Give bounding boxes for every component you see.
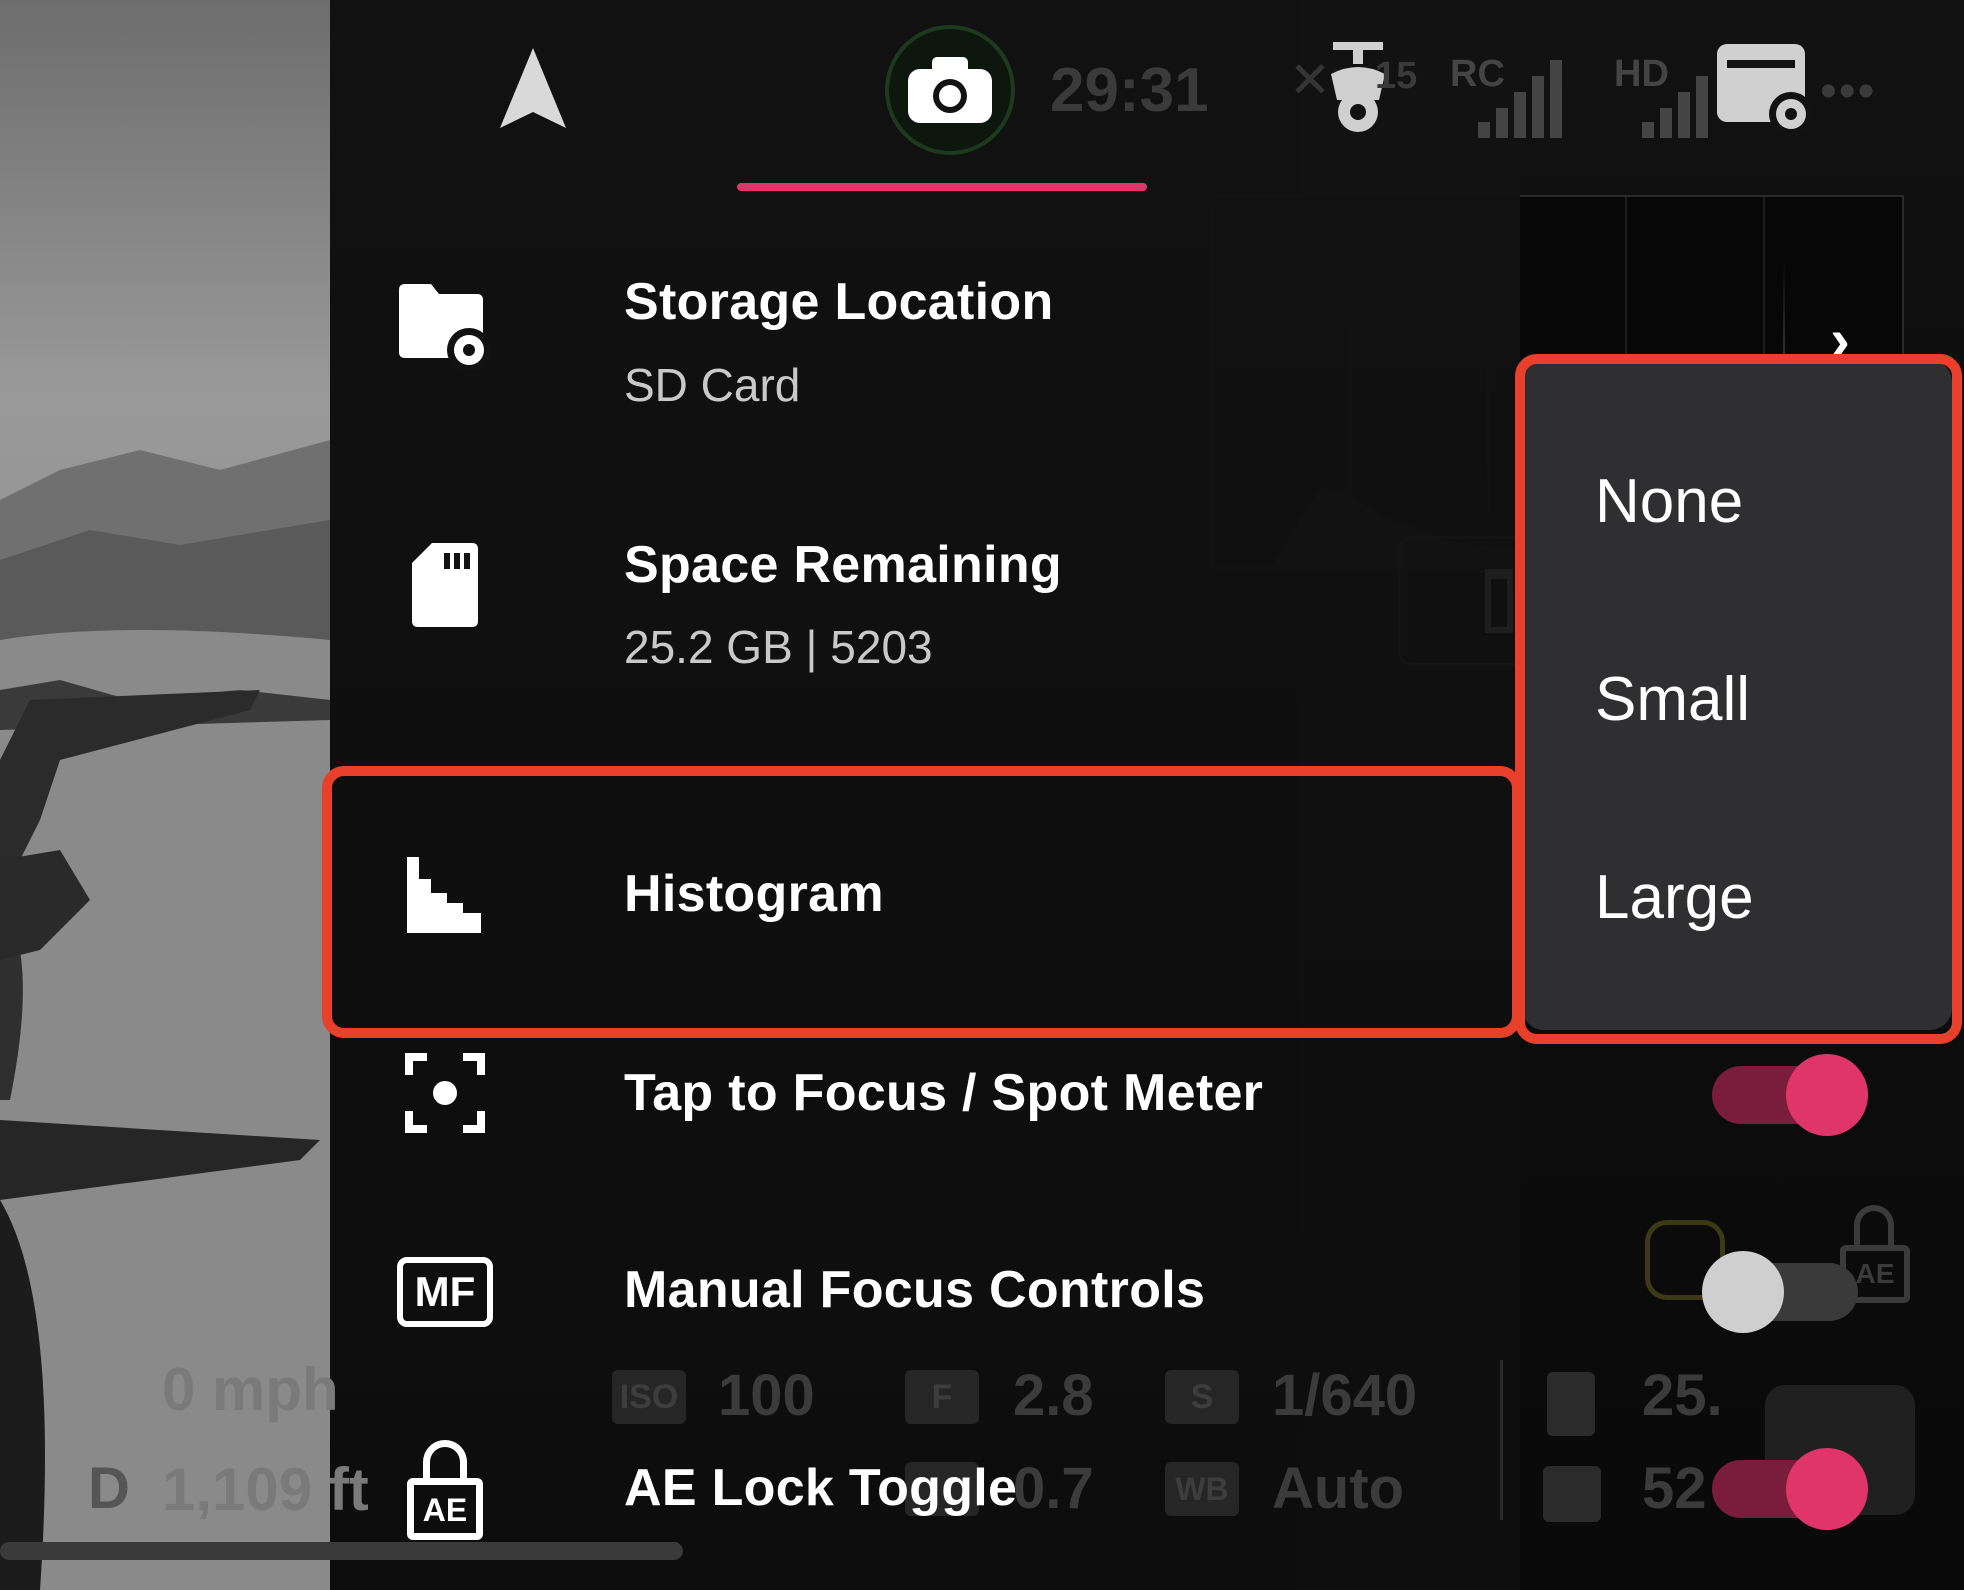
folder-settings-icon	[395, 275, 495, 375]
display-settings-icon[interactable]	[1712, 40, 1822, 140]
sd-card-small-icon	[1547, 1372, 1595, 1436]
camera-tab-indicator	[737, 183, 1147, 191]
focus-target-icon	[395, 1043, 495, 1143]
manual-focus-toggle[interactable]	[1702, 1251, 1858, 1333]
telemetry-divider	[1500, 1360, 1503, 1520]
aperture-value: 2.8	[1013, 1363, 1094, 1428]
ae-lock-title: AE Lock Toggle	[624, 1459, 1018, 1517]
camera-settings-screen: › AE 29:31 ✕ 15 RC HD ••• Storage Locati…	[0, 0, 1964, 1590]
photo-count-short: 52	[1642, 1456, 1707, 1521]
histogram-menu-highlight	[1515, 354, 1962, 1044]
shutter-badge: S	[1165, 1370, 1239, 1424]
speed-readout: 0 mph	[162, 1356, 339, 1423]
aperture-badge: F	[905, 1370, 979, 1424]
manual-focus-title: Manual Focus Controls	[624, 1261, 1206, 1319]
more-options-icon[interactable]: •••	[1820, 68, 1890, 116]
tap-to-focus-toggle[interactable]	[1712, 1054, 1868, 1136]
satellite-count: 15	[1375, 55, 1418, 97]
iso-badge: ISO	[612, 1370, 686, 1424]
image-small-icon	[1543, 1466, 1601, 1522]
camera-icon[interactable]	[885, 25, 1015, 155]
space-remaining-title: Space Remaining	[624, 536, 1062, 594]
distance-prefix: D	[88, 1456, 130, 1521]
wb-value: Auto	[1272, 1456, 1405, 1521]
storage-location-value: SD Card	[624, 359, 801, 411]
distance-readout: 1,109 ft	[162, 1456, 369, 1523]
navigation-arrow-icon[interactable]	[495, 45, 570, 130]
ae-lock-toggle[interactable]	[1712, 1448, 1868, 1530]
rc-signal-icon	[1478, 60, 1568, 138]
iso-value: 100	[718, 1363, 815, 1428]
storage-remaining-short: 25.	[1642, 1363, 1723, 1428]
flight-timer: 29:31	[1050, 56, 1209, 125]
ev-value: 0.7	[1013, 1456, 1094, 1521]
storage-location-title[interactable]: Storage Location	[624, 272, 1054, 332]
sd-card-icon	[395, 535, 495, 635]
wb-badge: WB	[1165, 1462, 1239, 1516]
tap-to-focus-title: Tap to Focus / Spot Meter	[624, 1064, 1264, 1122]
ae-lock-row-icon: AE	[395, 1440, 495, 1540]
manual-focus-icon: MF	[395, 1242, 495, 1342]
histogram-row-highlight	[322, 766, 1522, 1038]
shutter-value: 1/640	[1272, 1363, 1418, 1428]
space-remaining-value: 25.2 GB | 5203	[624, 621, 933, 673]
scroll-indicator[interactable]	[0, 1542, 683, 1560]
aerial-photo	[0, 0, 330, 1590]
